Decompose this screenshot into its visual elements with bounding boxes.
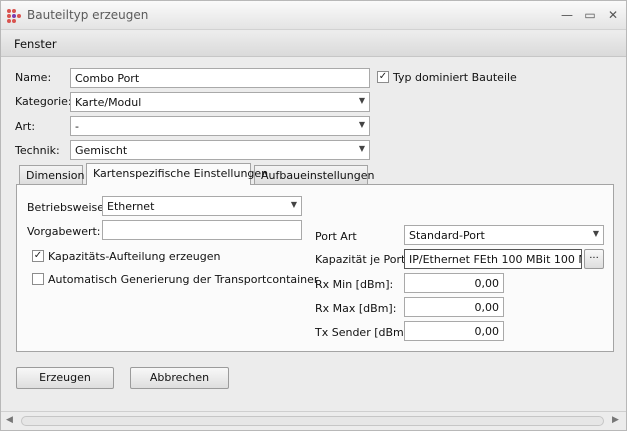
vorgabewert-label: Vorgabewert: [27,225,101,238]
kapazitaet-aufteilung-checkbox[interactable]: ✓ [32,250,44,262]
tab-kartenspezifische-einstellungen[interactable]: Kartenspezifische Einstellungen [86,163,268,185]
betriebsweise-select[interactable]: Ethernet ▼ [102,196,302,216]
minimize-icon[interactable]: — [558,6,576,24]
technik-select[interactable]: Gemischt ▼ [70,140,370,160]
tab-panel: Betriebsweise: Ethernet ▼ Vorgabewert: ✓… [16,184,614,352]
window-title: Bauteiltyp erzeugen [27,8,149,22]
app-icon [7,9,21,23]
technik-value: Gemischt [75,144,128,157]
scrollbar-thumb[interactable] [21,416,604,426]
chevron-down-icon: ▼ [358,96,365,105]
kap-je-port-label: Kapazität je Port: [315,253,410,266]
menu-bar: Fenster [1,31,626,57]
erzeugen-button[interactable]: Erzeugen [16,367,114,389]
art-label: Art: [15,120,36,133]
tab-dimension[interactable]: Dimension [19,165,84,185]
port-art-value: Standard-Port [409,229,485,242]
chevron-down-icon: ▼ [358,144,365,153]
art-select[interactable]: - ▼ [70,116,370,136]
rx-min-field[interactable]: 0,00 [404,273,504,293]
chevron-down-icon: ▼ [358,120,365,129]
scroll-left-icon[interactable]: ◀ [6,415,13,425]
vorgabewert-field[interactable] [102,220,302,240]
kapazitaet-aufteilung-label: Kapazitäts-Aufteilung erzeugen [48,250,221,263]
dominates-checkbox[interactable]: ✓ [377,71,389,83]
tx-sender-field[interactable]: 0,00 [404,321,504,341]
transport-checkbox[interactable] [32,273,44,285]
tx-sender-label: Tx Sender [dBm]: [315,326,412,339]
kategorie-select[interactable]: Karte/Modul ▼ [70,92,370,112]
rx-max-field[interactable]: 0,00 [404,297,504,317]
abbrechen-button[interactable]: Abbrechen [130,367,229,389]
port-art-label: Port Art [315,230,357,243]
art-value: - [75,120,79,133]
kap-je-port-field[interactable]: IP/Ethernet FEth 100 MBit 100 MBit [404,249,582,269]
technik-label: Technik: [15,144,60,157]
chevron-down-icon: ▼ [592,229,599,238]
name-field[interactable]: Combo Port [70,68,370,88]
name-label: Name: [15,71,52,84]
port-art-select[interactable]: Standard-Port ▼ [404,225,604,245]
rx-min-label: Rx Min [dBm]: [315,278,394,291]
betriebsweise-value: Ethernet [107,200,155,213]
rx-max-label: Rx Max [dBm]: [315,302,397,315]
horizontal-scrollbar[interactable]: ◀ ▶ [1,411,626,430]
menu-item-fenster[interactable]: Fenster [14,37,57,51]
tab-aufbaueinstellungen[interactable]: Aufbaueinstellungen [254,165,374,185]
transport-label: Automatisch Generierung der Transportcon… [48,273,319,286]
betriebsweise-label: Betriebsweise: [27,201,108,214]
maximize-icon[interactable]: ▭ [581,6,599,24]
chevron-down-icon: ▼ [290,200,297,209]
browse-button[interactable]: ··· [584,249,604,269]
dialog-window: Bauteiltyp erzeugen — ▭ ✕ Fenster Name: … [0,0,627,431]
title-bar: Bauteiltyp erzeugen — ▭ ✕ [1,1,626,30]
dominates-label: Typ dominiert Bauteile [393,71,517,84]
scroll-right-icon[interactable]: ▶ [612,415,619,425]
kategorie-label: Kategorie: [15,95,72,108]
close-icon[interactable]: ✕ [604,6,622,24]
kategorie-value: Karte/Modul [75,96,142,109]
